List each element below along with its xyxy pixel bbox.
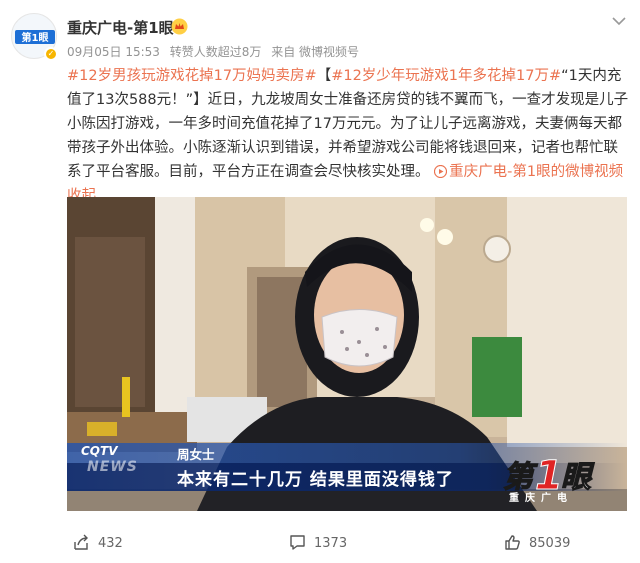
post-source: 来自 微博视频号 bbox=[271, 45, 360, 59]
post-text: #12岁男孩玩游戏花掉17万妈妈卖房#【#12岁少年玩游戏1年多花掉17万#“1… bbox=[67, 68, 629, 204]
chevron-down-icon[interactable] bbox=[612, 16, 626, 26]
verified-icon: ✓ bbox=[44, 47, 58, 61]
comment-icon bbox=[290, 535, 305, 550]
subtitle-text: 本来有二十几万 结果里面没得钱了 bbox=[177, 470, 454, 490]
video-play-icon bbox=[434, 165, 448, 178]
hashtag-link[interactable]: #12岁少年玩游戏1年多花掉17万# bbox=[331, 68, 561, 84]
svg-text:第1眼: 第1眼 bbox=[22, 31, 49, 44]
share-icon bbox=[74, 534, 88, 550]
repost-info: 转赞人数超过8万 bbox=[169, 45, 262, 59]
share-button[interactable]: 432 bbox=[73, 534, 123, 551]
post-meta: 09月05日 15:53 转赞人数超过8万 来自 微博视频号 bbox=[67, 43, 365, 60]
avatar-logo: 第1眼 bbox=[15, 30, 55, 44]
vip-crown-icon bbox=[171, 18, 188, 35]
comment-count: 1373 bbox=[314, 536, 348, 551]
action-bar: 432 1373 85039 bbox=[0, 522, 640, 563]
post-header: 第1眼 ✓ 重庆广电-第1眼 09月05日 15:53 转赞人数超过8万 来自 … bbox=[0, 0, 640, 64]
video-source-label: 重庆广电-第1眼的微博视频 bbox=[449, 164, 624, 180]
video-player[interactable]: CQTV NEWS 周女士 本来有二十几万 结果里面没得钱了 第 1 眼 重庆广… bbox=[67, 197, 627, 511]
watermark-subtitle: 重庆广电 bbox=[509, 493, 573, 504]
speaker-name: 周女士 bbox=[177, 447, 215, 462]
news-logo: NEWS bbox=[87, 459, 138, 475]
video-source-link[interactable]: 重庆广电-第1眼的微博视频 bbox=[434, 164, 623, 180]
comment-button[interactable]: 1373 bbox=[289, 534, 347, 551]
author-name[interactable]: 重庆广电-第1眼 bbox=[67, 17, 174, 38]
like-count: 85039 bbox=[529, 536, 571, 551]
post-date[interactable]: 09月05日 15:53 bbox=[67, 45, 160, 59]
hashtag-link[interactable]: #12岁男孩玩游戏花掉17万妈妈卖房# bbox=[67, 68, 317, 84]
like-icon bbox=[505, 535, 520, 550]
channel-logo: CQTV bbox=[81, 444, 118, 458]
share-count: 432 bbox=[98, 536, 123, 551]
like-button[interactable]: 85039 bbox=[504, 534, 570, 551]
